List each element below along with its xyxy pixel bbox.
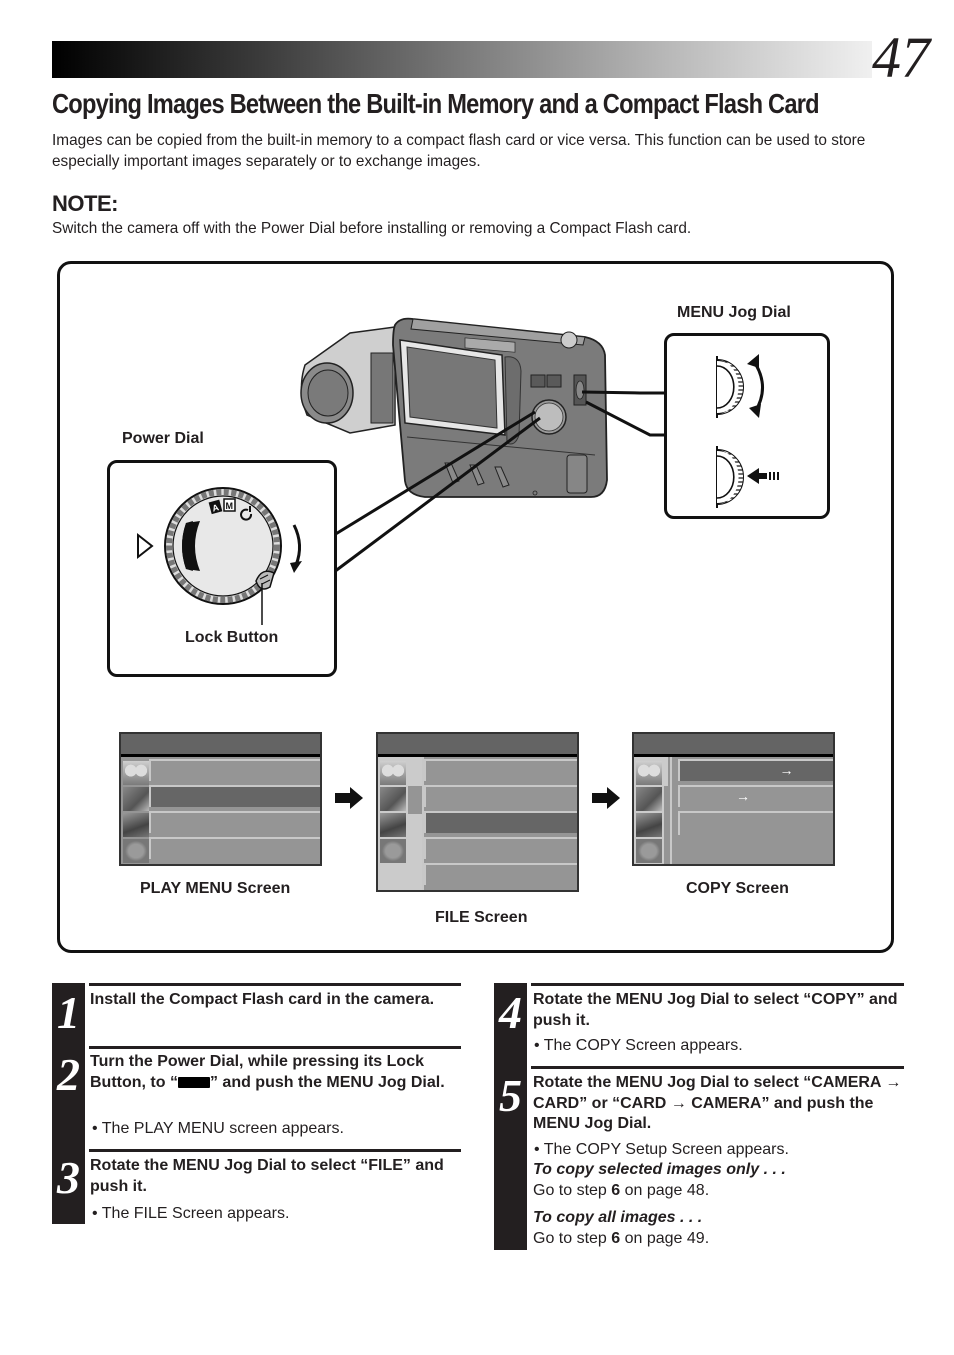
play-mode-black-rectangle-icon <box>177 1076 210 1088</box>
right-arrow-icon: → <box>736 788 750 804</box>
menu-thumbnail <box>636 787 662 811</box>
copy-option-card-to-camera: → <box>678 785 833 807</box>
right-arrow-icon <box>592 787 620 809</box>
file-screen-label: FILE Screen <box>435 909 528 926</box>
step-divider <box>89 983 461 986</box>
step-4-heading: Rotate the MENU Jog Dial to select “COPY… <box>533 991 898 1029</box>
copy-screen-label: COPY Screen <box>686 880 789 897</box>
step-number-5: 5 <box>499 1070 522 1121</box>
file-row <box>424 837 577 859</box>
file-screen <box>376 732 579 892</box>
play-menu-screen <box>119 732 322 866</box>
right-arrow-icon: → <box>779 762 794 778</box>
menu-row-selected <box>149 785 320 807</box>
file-row <box>424 759 577 781</box>
rotate-arrows-icon <box>751 359 764 413</box>
step-divider <box>89 1149 461 1152</box>
screen-title-bar <box>121 734 320 757</box>
step-divider <box>89 1046 461 1049</box>
option-selected-label: To copy selected images only . . . <box>533 1161 786 1178</box>
step-3-bullet: • The FILE Screen appears. <box>92 1205 290 1222</box>
copy-screen: → → <box>632 732 835 866</box>
menu-thumbnail <box>123 839 149 863</box>
menu-thumbnail <box>636 813 662 837</box>
menu-thumbnail <box>636 761 662 785</box>
step-5-bullet: • The COPY Setup Screen appears. <box>534 1141 789 1158</box>
menu-thumbnail <box>380 787 406 811</box>
file-row-selected <box>424 811 577 833</box>
step-number-4: 4 <box>499 987 522 1038</box>
jog-dial-diagram <box>716 354 779 508</box>
step-3-heading: Rotate the MENU Jog Dial to select “FILE… <box>90 1157 444 1195</box>
rotate-direction-arrow-icon <box>292 524 301 566</box>
menu-thumbnail <box>123 761 149 785</box>
menu-row <box>149 759 320 781</box>
menu-thumbnail <box>123 787 149 811</box>
lock-button-label: Lock Button <box>185 629 279 646</box>
menu-thumbnail <box>380 813 406 837</box>
step-number-3: 3 <box>57 1152 80 1203</box>
option-all-goto: Go to step 6 on page 49. <box>533 1230 710 1247</box>
file-row <box>424 863 577 885</box>
menu-jog-dial-inset <box>664 333 830 519</box>
copy-row <box>678 811 833 835</box>
copy-option-camera-to-card: → <box>678 759 833 781</box>
jog-dial-rotate <box>716 356 744 418</box>
screen-title-bar <box>378 734 577 757</box>
step-divider <box>531 1066 904 1069</box>
push-arrow-icon <box>747 468 779 484</box>
menu-jog-dial-label: MENU Jog Dial <box>677 304 791 321</box>
right-arrow-icon <box>335 787 363 809</box>
menu-thumbnail <box>380 761 406 785</box>
step-2-heading: Turn the Power Dial, while pressing its … <box>90 1053 445 1091</box>
step-number-1: 1 <box>57 987 80 1038</box>
step-4-bullet: • The COPY Screen appears. <box>534 1037 743 1054</box>
option-all-label: To copy all images . . . <box>533 1209 703 1226</box>
step-1-heading: Install the Compact Flash card in the ca… <box>90 991 435 1008</box>
menu-thumbnail <box>636 839 662 863</box>
menu-row <box>149 837 320 859</box>
step-5-heading: Rotate the MENU Jog Dial to select “CAME… <box>533 1074 902 1132</box>
menu-thumbnail <box>380 839 406 863</box>
svg-text:M: M <box>226 501 234 511</box>
power-dial-inset: A M Lock Button <box>107 460 337 677</box>
play-menu-screen-label: PLAY MENU Screen <box>140 880 291 897</box>
menu-thumbnail <box>123 813 149 837</box>
step-number-2: 2 <box>57 1049 80 1100</box>
option-selected-goto: Go to step 6 on page 48. <box>533 1182 710 1199</box>
step-divider <box>531 983 904 986</box>
power-dial-label: Power Dial <box>122 430 204 447</box>
jog-dial-push <box>716 446 744 508</box>
file-row <box>424 785 577 807</box>
screen-title-bar <box>634 734 833 757</box>
dial-index-triangle-icon <box>137 532 154 560</box>
step-2-bullet: • The PLAY MENU screen appears. <box>92 1120 344 1137</box>
power-dial[interactable]: A M <box>164 487 282 605</box>
menu-row <box>149 811 320 833</box>
